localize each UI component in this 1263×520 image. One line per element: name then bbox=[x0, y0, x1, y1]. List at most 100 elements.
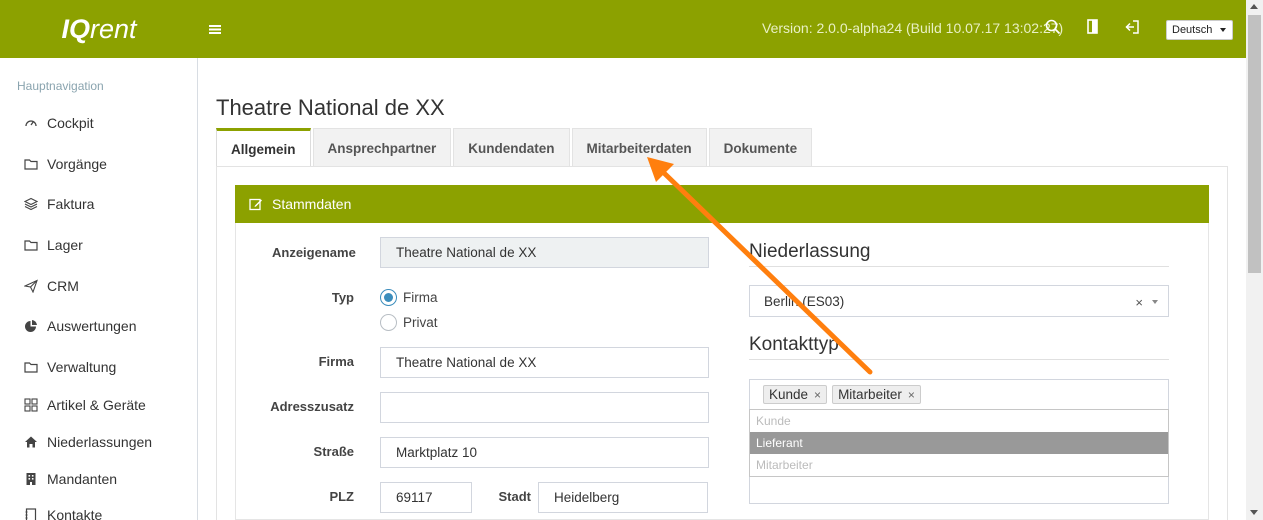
tag-label: Mitarbeiter bbox=[838, 387, 902, 402]
typ-option-label: Privat bbox=[403, 315, 438, 330]
divider bbox=[749, 359, 1169, 360]
app-root: IQ rent Version: 2.0.0-alpha24 (Build 10.… bbox=[0, 0, 1263, 520]
tab-ansprechpartner[interactable]: Ansprechpartner bbox=[312, 128, 452, 167]
folder-icon bbox=[24, 159, 38, 170]
plz-field[interactable]: 69117 bbox=[380, 482, 472, 513]
sidebar-item-niederlassungen[interactable]: Niederlassungen bbox=[24, 431, 152, 453]
kontakttyp-field-bottom[interactable] bbox=[749, 477, 1169, 504]
sidebar-item-faktura[interactable]: Faktura bbox=[24, 193, 94, 215]
divider bbox=[749, 266, 1169, 267]
version-text: Version: 2.0.0-alpha24 (Build 10.07.17 1… bbox=[762, 20, 1064, 36]
app-logo[interactable]: IQ rent bbox=[0, 0, 198, 58]
sidebar-toggle-icon[interactable] bbox=[1085, 18, 1103, 38]
folder-icon bbox=[24, 240, 38, 251]
strasse-field[interactable]: Marktplatz 10 bbox=[380, 437, 709, 468]
tab-kundendaten[interactable]: Kundendaten bbox=[453, 128, 570, 167]
sidebar-item-label: Kontakte bbox=[47, 507, 103, 520]
tab-dokumente[interactable]: Dokumente bbox=[708, 128, 813, 167]
kontakttyp-dropdown: Kunde Lieferant Mitarbeiter bbox=[749, 409, 1169, 477]
radio-unchecked-icon[interactable] bbox=[380, 314, 397, 331]
language-select[interactable]: Deutsch bbox=[1166, 20, 1233, 40]
grid-icon bbox=[24, 398, 38, 412]
tag-label: Kunde bbox=[769, 387, 809, 402]
logout-icon[interactable] bbox=[1124, 18, 1142, 38]
typ-radio-firma[interactable]: Firma bbox=[380, 289, 438, 306]
edit-icon bbox=[249, 198, 262, 211]
sidebar-heading: Hauptnavigation bbox=[17, 79, 104, 93]
stammdaten-header: Stammdaten bbox=[235, 185, 1209, 223]
scroll-thumb[interactable] bbox=[1248, 15, 1261, 273]
firma-label: Firma bbox=[318, 354, 354, 369]
main-content: Theatre National de XX Allgemein Ansprec… bbox=[198, 58, 1246, 520]
home-icon bbox=[25, 436, 37, 448]
scroll-down-icon[interactable] bbox=[1250, 510, 1258, 515]
search-icon[interactable] bbox=[1045, 18, 1063, 38]
remove-tag-icon[interactable]: × bbox=[814, 388, 821, 402]
sidebar-item-vorgaenge[interactable]: Vorgänge bbox=[24, 153, 107, 175]
plz-label: PLZ bbox=[329, 489, 354, 504]
tag-kunde: Kunde × bbox=[763, 385, 828, 404]
menu-icon[interactable] bbox=[209, 19, 225, 39]
typ-option-label: Firma bbox=[403, 290, 438, 305]
niederlassung-heading: Niederlassung bbox=[749, 241, 871, 262]
page-title: Theatre National de XX bbox=[216, 95, 445, 120]
strasse-label: Straße bbox=[313, 444, 354, 459]
sidebar-item-crm[interactable]: CRM bbox=[24, 275, 79, 297]
dropdown-option[interactable]: Kunde bbox=[750, 410, 1168, 432]
sidebar-item-label: Faktura bbox=[47, 196, 95, 212]
window-scrollbar[interactable] bbox=[1246, 0, 1263, 520]
sidebar-item-lager[interactable]: Lager bbox=[24, 234, 83, 256]
sidebar-item-label: Artikel & Geräte bbox=[47, 397, 146, 413]
dropdown-option[interactable]: Mitarbeiter bbox=[750, 454, 1168, 476]
dropdown-option-highlighted[interactable]: Lieferant bbox=[750, 432, 1168, 454]
tab-bar: Allgemein Ansprechpartner Kundendaten Mi… bbox=[216, 128, 814, 167]
adresszusatz-label: Adresszusatz bbox=[270, 399, 354, 414]
language-value: Deutsch bbox=[1172, 24, 1213, 36]
contact-book-icon bbox=[25, 508, 37, 520]
stammdaten-title: Stammdaten bbox=[272, 196, 352, 212]
sidebar-item-label: Cockpit bbox=[47, 115, 94, 131]
chevron-down-icon bbox=[1220, 28, 1226, 32]
top-navbar: IQ rent Version: 2.0.0-alpha24 (Build 10.… bbox=[0, 0, 1246, 58]
logo-rent: rent bbox=[89, 13, 137, 44]
sidebar-item-label: Lager bbox=[47, 237, 83, 253]
sidebar-item-label: Vorgänge bbox=[47, 156, 107, 172]
sidebar-item-label: CRM bbox=[47, 278, 79, 294]
anzeigename-label: Anzeigename bbox=[272, 245, 356, 260]
stadt-field[interactable]: Heidelberg bbox=[538, 482, 708, 513]
logo-iq: IQ bbox=[61, 13, 90, 44]
gauge-icon bbox=[25, 120, 37, 127]
tag-mitarbeiter: Mitarbeiter × bbox=[832, 385, 921, 404]
sidebar-item-artikel-geraete[interactable]: Artikel & Geräte bbox=[24, 394, 146, 416]
scroll-up-icon[interactable] bbox=[1250, 4, 1258, 9]
layers-icon bbox=[24, 197, 38, 211]
niederlassung-select[interactable]: Berlin (ES03) × bbox=[749, 285, 1169, 317]
typ-radio-privat[interactable]: Privat bbox=[380, 314, 438, 331]
building-icon bbox=[26, 473, 36, 485]
tab-mitarbeiterdaten[interactable]: Mitarbeiterdaten bbox=[571, 128, 707, 167]
chevron-down-icon[interactable] bbox=[1152, 300, 1158, 304]
kontakttyp-multiselect[interactable]: Kunde × Mitarbeiter × bbox=[749, 379, 1169, 410]
paper-plane-icon bbox=[24, 279, 38, 293]
kontakttyp-heading: Kontakttyp bbox=[749, 334, 839, 355]
pie-chart-icon bbox=[25, 320, 37, 332]
remove-tag-icon[interactable]: × bbox=[908, 388, 915, 402]
sidebar-item-label: Mandanten bbox=[47, 471, 118, 487]
typ-label: Typ bbox=[331, 290, 354, 305]
sidebar-item-mandanten[interactable]: Mandanten bbox=[24, 468, 117, 490]
sidebar-item-kontakte[interactable]: Kontakte bbox=[24, 504, 102, 520]
sidebar: Hauptnavigation Cockpit Vorgänge Faktura… bbox=[0, 58, 198, 520]
sidebar-item-label: Niederlassungen bbox=[47, 434, 153, 450]
folder-icon bbox=[24, 362, 38, 373]
sidebar-item-label: Auswertungen bbox=[47, 318, 137, 334]
clear-icon[interactable]: × bbox=[1135, 295, 1143, 310]
anzeigename-field[interactable]: Theatre National de XX bbox=[380, 237, 709, 268]
sidebar-item-auswertungen[interactable]: Auswertungen bbox=[24, 315, 137, 337]
adresszusatz-field[interactable] bbox=[380, 392, 709, 423]
sidebar-item-verwaltung[interactable]: Verwaltung bbox=[24, 356, 116, 378]
firma-field[interactable]: Theatre National de XX bbox=[380, 347, 709, 378]
stadt-label: Stadt bbox=[498, 489, 532, 504]
radio-checked-icon[interactable] bbox=[380, 289, 397, 306]
tab-allgemein[interactable]: Allgemein bbox=[216, 128, 311, 167]
sidebar-item-cockpit[interactable]: Cockpit bbox=[24, 112, 94, 134]
